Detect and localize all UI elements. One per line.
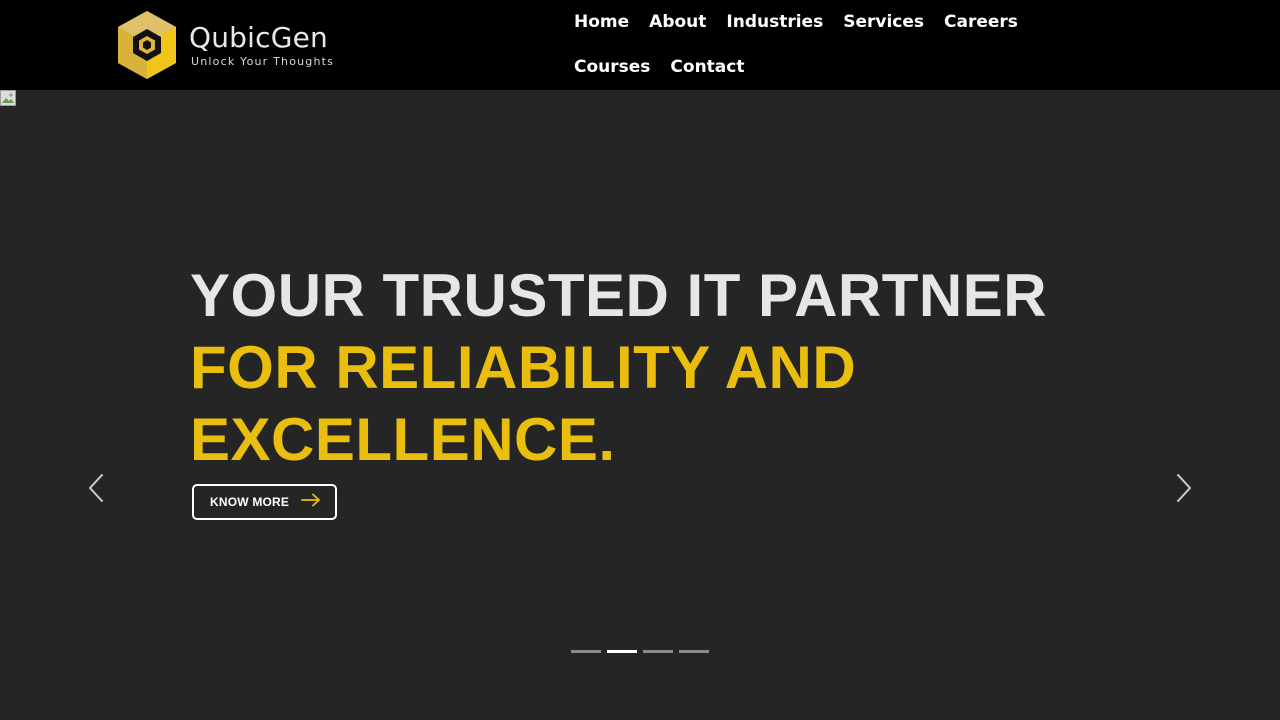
nav-about[interactable]: About (639, 0, 716, 45)
nav-contact[interactable]: Contact (660, 45, 754, 90)
cube-logo-icon (115, 9, 179, 81)
know-more-label: KNOW MORE (210, 495, 290, 509)
nav-industries[interactable]: Industries (716, 0, 833, 45)
hero-carousel: YOUR TRUSTED IT PARTNER FOR RELIABILITY … (0, 90, 1280, 720)
carousel-next-button[interactable] (1172, 472, 1196, 508)
hero-headline-line2: FOR RELIABILITY AND EXCELLENCE. (190, 334, 857, 473)
nav-home[interactable]: Home (564, 0, 639, 45)
site-header: QubicGen Unlock Your Thoughts Home About… (0, 0, 1280, 90)
brand-tagline: Unlock Your Thoughts (191, 54, 335, 68)
chevron-right-icon (1176, 473, 1192, 508)
broken-image-icon (0, 90, 16, 106)
carousel-indicator-3[interactable] (643, 650, 673, 653)
hero-headline: YOUR TRUSTED IT PARTNER FOR RELIABILITY … (190, 260, 1090, 476)
brand-name: QubicGen (189, 20, 329, 54)
carousel-indicator-2[interactable] (607, 650, 637, 653)
main-nav: Home About Industries Services Careers C… (564, 0, 1124, 90)
carousel-indicator-4[interactable] (679, 650, 709, 653)
hero-headline-line1: YOUR TRUSTED IT PARTNER (190, 262, 1048, 329)
nav-courses[interactable]: Courses (564, 45, 660, 90)
know-more-button[interactable]: KNOW MORE (192, 484, 337, 520)
arrow-right-icon (301, 493, 321, 512)
chevron-left-icon (88, 473, 104, 508)
brand-logo[interactable]: QubicGen Unlock Your Thoughts (115, 9, 335, 81)
nav-services[interactable]: Services (833, 0, 934, 45)
carousel-prev-button[interactable] (84, 472, 108, 508)
nav-careers[interactable]: Careers (934, 0, 1028, 45)
carousel-indicators (571, 650, 709, 653)
carousel-indicator-1[interactable] (571, 650, 601, 653)
